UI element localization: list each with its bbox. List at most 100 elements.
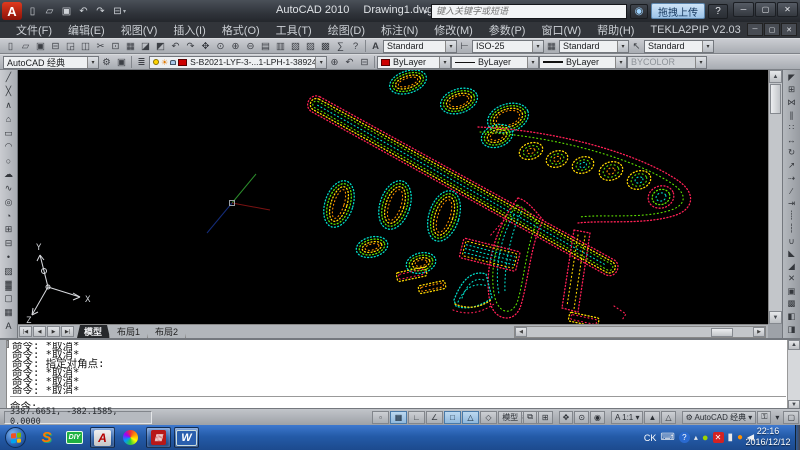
- menu-item[interactable]: 修改(M): [426, 22, 481, 38]
- chevron-down-icon[interactable]: ▾: [315, 57, 326, 68]
- scroll-right-icon[interactable]: ▶: [753, 327, 765, 337]
- circle-icon[interactable]: ○: [1, 154, 17, 168]
- sheet-set-icon[interactable]: ▨: [303, 39, 318, 53]
- doc-minimize-button[interactable]: ─: [747, 23, 763, 36]
- menu-item[interactable]: 插入(I): [165, 22, 213, 38]
- vertical-scrollbar[interactable]: ▲ ▼: [768, 70, 782, 324]
- stretch-icon[interactable]: ⇢: [784, 172, 800, 185]
- tray-safety-icon[interactable]: ●: [702, 432, 709, 444]
- layer-combo[interactable]: ☀ S-B2021-LYF-3-...1-LPH-1-389242 ▾: [149, 56, 327, 69]
- chevron-down-icon[interactable]: ▾: [87, 57, 98, 68]
- copy-icon[interactable]: ⊞: [784, 84, 800, 97]
- publish-icon[interactable]: ◫: [78, 39, 93, 53]
- menu-item[interactable]: TEKLA2PIP V2.03: [642, 24, 748, 36]
- osnap-toggle[interactable]: □: [444, 411, 461, 424]
- undo-icon[interactable]: ↶: [168, 39, 183, 53]
- tab-prev-button[interactable]: ◀: [33, 326, 46, 337]
- erase-icon[interactable]: ◤: [784, 71, 800, 84]
- tray-input-indicator[interactable]: CK: [644, 433, 657, 443]
- zoom-icon[interactable]: ⊙: [574, 411, 589, 424]
- vertical-scroll-thumb[interactable]: [770, 84, 781, 114]
- chevron-down-icon[interactable]: ▾: [445, 41, 456, 52]
- layer-states-icon[interactable]: ⊟: [357, 55, 372, 69]
- break-point-icon[interactable]: ┊: [784, 210, 800, 223]
- tray-phone-icon[interactable]: ▮: [728, 432, 734, 443]
- layer-previous-icon[interactable]: ↶: [342, 55, 357, 69]
- chevron-down-icon[interactable]: ▾: [615, 57, 626, 68]
- color-combo[interactable]: ByLayer▾: [377, 56, 451, 69]
- polyline-icon[interactable]: ∧: [1, 99, 17, 113]
- taskbar-clock[interactable]: 22:16 2016/12/12: [742, 426, 794, 448]
- tray-show-hidden-icon[interactable]: ▴: [694, 433, 698, 442]
- infocenter-collapse-icon[interactable]: ▸: [424, 7, 428, 16]
- polar-toggle[interactable]: ∠: [426, 411, 443, 424]
- scroll-up-icon[interactable]: ▲: [769, 70, 782, 83]
- break-icon[interactable]: ┆: [784, 222, 800, 235]
- menu-item[interactable]: 窗口(W): [533, 22, 589, 38]
- send-to-back-icon[interactable]: ▩: [784, 298, 800, 311]
- otrack-toggle[interactable]: △: [462, 411, 479, 424]
- revcloud-icon[interactable]: ☁: [1, 168, 17, 182]
- menu-item[interactable]: 参数(P): [481, 22, 534, 38]
- app-redbox[interactable]: ▦: [146, 427, 171, 448]
- chamfer-icon[interactable]: ◣: [784, 247, 800, 260]
- fillet-icon[interactable]: ◢: [784, 260, 800, 273]
- menu-item[interactable]: 帮助(H): [589, 22, 642, 38]
- table-style-combo[interactable]: Standard▾: [559, 40, 629, 53]
- menu-item[interactable]: 视图(V): [113, 22, 166, 38]
- grid-toggle[interactable]: ▦: [390, 411, 407, 424]
- pan-icon[interactable]: ✥: [198, 39, 213, 53]
- layer-on-bulb-icon[interactable]: [153, 59, 159, 65]
- insert-block-icon[interactable]: ⊞: [1, 223, 17, 237]
- plot-preview-icon[interactable]: ◲: [63, 39, 78, 53]
- tray-alert-icon[interactable]: ✕: [713, 432, 724, 443]
- quickview-drawings-icon[interactable]: ⊞: [538, 411, 553, 424]
- table-icon[interactable]: ▦: [1, 306, 17, 320]
- paste-icon[interactable]: ▦: [123, 39, 138, 53]
- show-desktop-button[interactable]: [795, 425, 800, 450]
- chevron-down-icon[interactable]: ▾: [532, 41, 543, 52]
- tab-next-button[interactable]: ▶: [47, 326, 60, 337]
- menu-item[interactable]: 工具(T): [268, 22, 320, 38]
- scroll-down-icon[interactable]: ▼: [769, 311, 782, 324]
- clean-screen-icon[interactable]: ▢: [783, 411, 799, 424]
- save-icon[interactable]: ▣: [33, 39, 48, 53]
- app-word[interactable]: W: [174, 427, 199, 448]
- chevron-down-icon[interactable]: ▾: [439, 57, 450, 68]
- polygon-icon[interactable]: ⌂: [1, 112, 17, 126]
- drag-upload-button[interactable]: 拖拽上传: [651, 3, 705, 19]
- undo-icon[interactable]: ↶: [75, 3, 92, 19]
- app-sogou[interactable]: S: [34, 427, 59, 448]
- offset-icon[interactable]: ∥: [784, 109, 800, 122]
- status-menu-caret[interactable]: ▾: [772, 411, 782, 424]
- menu-item[interactable]: 文件(F): [8, 22, 60, 38]
- point-icon[interactable]: •: [1, 250, 17, 264]
- autocad-app-button[interactable]: A: [2, 2, 22, 20]
- workspace-combo[interactable]: AutoCAD 经典▾: [3, 56, 99, 69]
- make-layer-current-icon[interactable]: ⊕: [327, 55, 342, 69]
- command-scrollbar[interactable]: ▲ ▼: [787, 340, 800, 410]
- gradient-icon[interactable]: ▓: [1, 278, 17, 292]
- rotate-icon[interactable]: ↻: [784, 147, 800, 160]
- mirror-icon[interactable]: ⋈: [784, 96, 800, 109]
- join-icon[interactable]: ∪: [784, 235, 800, 248]
- horizontal-scrollbar[interactable]: ◀ ▶: [514, 326, 766, 338]
- save-icon[interactable]: ▣: [58, 3, 75, 19]
- hatch-icon[interactable]: ▨: [1, 264, 17, 278]
- tray-help-icon[interactable]: ?: [679, 432, 690, 443]
- menu-item[interactable]: 格式(O): [214, 22, 268, 38]
- bring-above-icon[interactable]: ◧: [784, 310, 800, 323]
- workspace-save-icon[interactable]: ▣: [114, 55, 129, 69]
- scale-icon[interactable]: ↗: [784, 159, 800, 172]
- open-icon[interactable]: ▱: [41, 3, 58, 19]
- designcenter-icon[interactable]: ▥: [273, 39, 288, 53]
- annotation-visibility-icon[interactable]: ▲: [644, 411, 660, 424]
- lineweight-combo[interactable]: ByLayer▾: [539, 56, 627, 69]
- infocenter-help-button[interactable]: ?: [708, 4, 728, 19]
- plot-icon[interactable]: ⊟: [48, 39, 63, 53]
- new-icon[interactable]: ▯: [3, 39, 18, 53]
- tray-keyboard-icon[interactable]: ⌨: [660, 432, 674, 443]
- ortho-toggle[interactable]: ∟: [408, 411, 425, 424]
- arc-icon[interactable]: ◠: [1, 140, 17, 154]
- redo-icon[interactable]: ↷: [92, 3, 109, 19]
